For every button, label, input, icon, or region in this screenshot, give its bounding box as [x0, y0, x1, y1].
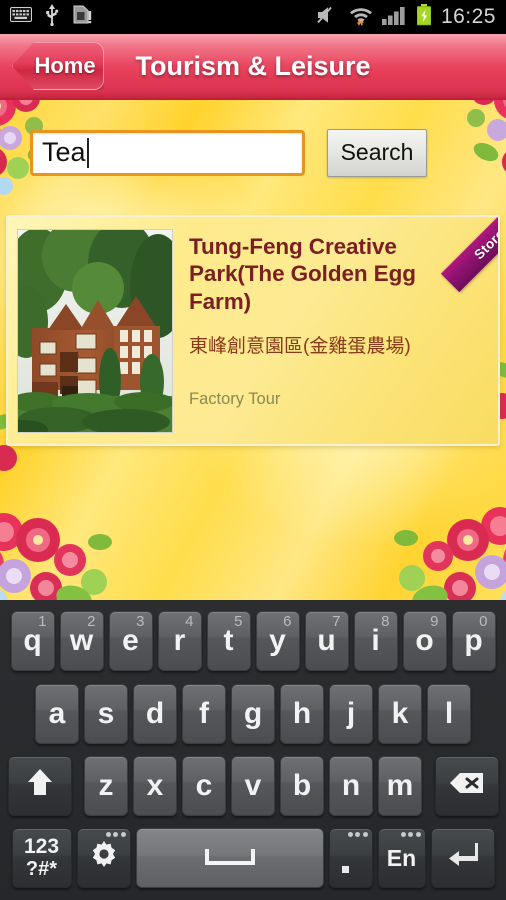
result-card[interactable]: Tung-Feng Creative Park(The Golden Egg F…: [6, 215, 500, 446]
key-number-label: 0: [479, 613, 488, 630]
key-number-label: 7: [332, 613, 341, 630]
shift-key[interactable]: [7, 756, 72, 816]
key-number-label: 6: [283, 613, 292, 630]
key-l[interactable]: l: [427, 684, 471, 744]
floral-decoration-icon: [394, 507, 506, 600]
key-number-label: 9: [430, 613, 439, 630]
home-back-label: Home: [34, 53, 96, 78]
key-n[interactable]: n: [329, 756, 373, 816]
key-f[interactable]: f: [182, 684, 226, 744]
result-title: Tung-Feng Creative Park(The Golden Egg F…: [189, 234, 416, 314]
floral-decoration-icon: [0, 513, 112, 600]
key-w[interactable]: 2w: [59, 611, 104, 671]
result-thumbnail: [17, 229, 173, 433]
status-bar-left-icons: [0, 3, 92, 31]
key-k[interactable]: k: [378, 684, 422, 744]
keyboard-icon: [10, 7, 32, 27]
usb-icon: [45, 3, 59, 31]
period-key[interactable]: [328, 828, 373, 888]
space-key[interactable]: [135, 828, 324, 888]
search-bar: Tea Search: [0, 100, 506, 205]
key-b[interactable]: b: [280, 756, 324, 816]
key-c[interactable]: c: [182, 756, 226, 816]
key-v[interactable]: v: [231, 756, 275, 816]
key-m[interactable]: m: [378, 756, 422, 816]
settings-key[interactable]: [76, 828, 131, 888]
symbols-key[interactable]: 123 ?#*: [11, 828, 72, 888]
key-label: r: [173, 624, 186, 657]
sdcard-warning-icon: [72, 4, 92, 30]
wifi-icon: [349, 4, 373, 31]
signal-bars-icon: [381, 5, 407, 30]
key-t[interactable]: 5t: [206, 611, 251, 671]
result-subtitle: 東峰創意園區(金雞蛋農場): [189, 336, 411, 358]
search-input[interactable]: Tea: [30, 129, 305, 176]
shift-icon: [26, 767, 54, 805]
keyboard-row-4: 123 ?#* En: [2, 822, 504, 894]
keyboard-row-2: a s d f g h j k l: [2, 678, 504, 750]
keyboard-row-3: z x c v b n m: [2, 750, 504, 822]
key-a[interactable]: a: [35, 684, 79, 744]
key-label: i: [371, 624, 380, 657]
key-d[interactable]: d: [133, 684, 177, 744]
more-options-dots-icon: [105, 832, 126, 837]
symbols-key-line1: 123: [23, 835, 60, 859]
key-number-label: 4: [185, 613, 194, 630]
key-q[interactable]: 1q: [10, 611, 55, 671]
status-bar-right-icons: 16:25: [316, 3, 506, 31]
key-u[interactable]: 7u: [304, 611, 349, 671]
content-area: Tea Search Tung-Feng Creative Park(The G…: [0, 100, 506, 600]
period-glyph: [341, 866, 349, 873]
key-number-label: 3: [136, 613, 145, 630]
key-label: t: [223, 624, 234, 657]
battery-charging-icon: [416, 3, 432, 31]
language-key[interactable]: En: [377, 828, 426, 888]
soft-keyboard: 1q 2w 3e 4r 5t 6y 7u 8i 9o 0p a s d f g …: [0, 600, 506, 900]
more-options-dots-icon: [400, 832, 421, 837]
enter-icon: [447, 840, 479, 876]
clock-label: 16:25: [440, 5, 496, 28]
key-x[interactable]: x: [133, 756, 177, 816]
key-z[interactable]: z: [84, 756, 128, 816]
more-options-dots-icon: [347, 832, 368, 837]
key-i[interactable]: 8i: [353, 611, 398, 671]
key-s[interactable]: s: [84, 684, 128, 744]
key-number-label: 1: [38, 613, 47, 630]
backspace-key[interactable]: [434, 756, 499, 816]
key-o[interactable]: 9o: [402, 611, 447, 671]
key-p[interactable]: 0p: [451, 611, 496, 671]
key-number-label: 5: [234, 613, 243, 630]
key-number-label: 2: [87, 613, 96, 630]
language-key-label: En: [386, 844, 417, 871]
status-bar: 16:25: [0, 0, 506, 34]
symbols-key-line2: ?#*: [25, 857, 58, 880]
key-y[interactable]: 6y: [255, 611, 300, 671]
app-header: Home Tourism & Leisure: [0, 34, 506, 100]
key-number-label: 8: [381, 613, 390, 630]
search-button[interactable]: Search: [327, 128, 427, 177]
search-input-value: Tea: [42, 137, 86, 167]
volume-muted-icon: [316, 5, 340, 30]
enter-key[interactable]: [430, 828, 495, 888]
home-back-button[interactable]: Home: [12, 42, 104, 90]
backspace-icon: [449, 769, 485, 803]
space-icon: [204, 841, 256, 875]
text-cursor: [86, 137, 89, 168]
result-category: Factory Tour: [189, 390, 281, 408]
keyboard-row-1: 1q 2w 3e 4r 5t 6y 7u 8i 9o 0p: [2, 604, 504, 678]
gear-icon: [88, 838, 120, 878]
key-e[interactable]: 3e: [108, 611, 153, 671]
key-r[interactable]: 4r: [157, 611, 202, 671]
key-g[interactable]: g: [231, 684, 275, 744]
key-h[interactable]: h: [280, 684, 324, 744]
result-card-body: Tung-Feng Creative Park(The Golden Egg F…: [173, 217, 498, 444]
key-j[interactable]: j: [329, 684, 373, 744]
